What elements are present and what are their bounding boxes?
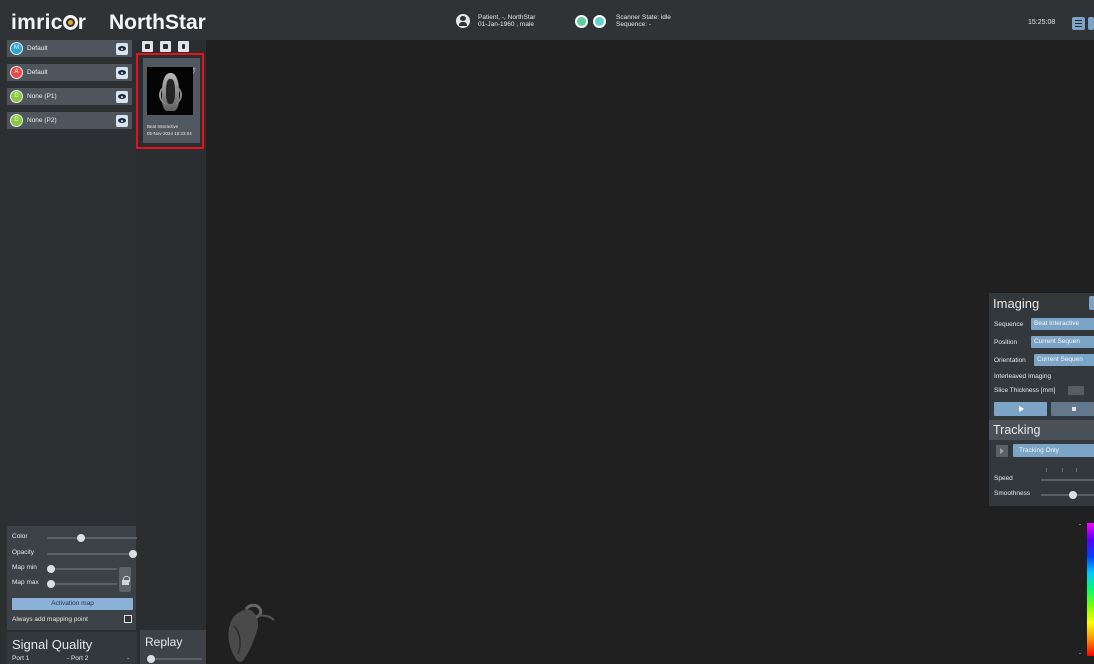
map-min-track[interactable]: [47, 568, 117, 570]
colorbar-min-label: -: [1079, 651, 1081, 657]
clock: 15:25:08: [1028, 19, 1056, 26]
replay-track[interactable]: [148, 658, 202, 660]
patient-icon[interactable]: [456, 14, 470, 28]
heart-orientation-model[interactable]: [222, 602, 284, 664]
map-min-slider[interactable]: Map min: [12, 562, 132, 574]
menu-button[interactable]: [1072, 17, 1085, 30]
logo-o-mark: [62, 15, 78, 30]
map-max-track[interactable]: [47, 583, 117, 585]
orientation-select[interactable]: Current Sequen: [1034, 354, 1094, 366]
layer-badge: M: [10, 42, 23, 55]
sequence-status-icon: [593, 15, 606, 28]
color-track[interactable]: [47, 537, 137, 539]
layers-icon[interactable]: [142, 41, 153, 52]
speed-tick: [1046, 468, 1047, 472]
always-add-checkbox[interactable]: [124, 615, 132, 623]
imricor-logo: imric r: [11, 11, 87, 34]
port-2-value: -: [127, 655, 130, 662]
patient-name: Patient, -, NorthStar: [478, 14, 536, 21]
tracking-panel: Tracking Only Speed Smoothness: [989, 440, 1094, 506]
port-1-label: Port 1: [12, 655, 30, 662]
scanner-sequence: Sequence: -: [616, 21, 652, 28]
lock-icon[interactable]: [119, 567, 131, 592]
eye-icon[interactable]: [116, 115, 128, 127]
display-controls: Color Opacity Map min Map max: [7, 526, 137, 630]
speed-tick: [1062, 468, 1063, 472]
layer-badge: D: [10, 114, 23, 127]
tracking-title: Tracking: [993, 423, 1041, 437]
speed-track[interactable]: [1041, 479, 1094, 481]
sequence-label: Sequence: [994, 321, 1024, 328]
smoothness-track[interactable]: [1041, 494, 1094, 496]
layer-row-p1[interactable]: D None (P1): [7, 88, 132, 105]
product-name: NorthStar: [109, 11, 206, 34]
layer-label: Default: [27, 69, 48, 76]
replay-knob[interactable]: [147, 655, 155, 663]
selected-series-highlight: [136, 53, 204, 149]
scanner-status-icon: [575, 15, 588, 28]
colorbar-max-label: -: [1079, 522, 1081, 528]
always-add-label: Always add mapping point: [12, 616, 88, 623]
scanner-state: Scanner State: idle: [616, 14, 671, 21]
scanner-info: Scanner State: idle Sequence: -: [616, 14, 671, 28]
eye-icon[interactable]: [116, 67, 128, 79]
delete-icon[interactable]: [178, 41, 189, 52]
port-2-label: - Port 2: [67, 655, 89, 662]
tracking-mode-select[interactable]: Tracking Only: [1013, 444, 1094, 457]
signal-quality-panel: Signal Quality Port 1 - Port 2 -: [7, 632, 137, 664]
model-icon[interactable]: [160, 41, 171, 52]
speed-label: Speed: [994, 475, 1013, 482]
opacity-slider[interactable]: Opacity: [12, 547, 137, 559]
map-min-knob[interactable]: [47, 565, 55, 573]
map-max-knob[interactable]: [47, 580, 55, 588]
layer-badge: A: [10, 66, 23, 79]
imaging-collapse-button[interactable]: [1089, 296, 1094, 310]
smoothness-label: Smoothness: [994, 490, 1031, 497]
layer-row-p2[interactable]: D None (P2): [7, 112, 132, 129]
layer-label: None (P1): [27, 93, 57, 100]
replay-title: Replay: [145, 635, 183, 649]
orientation-label: Orientation: [994, 357, 1026, 364]
layer-label: Default: [27, 45, 48, 52]
northstar-app: imric r NorthStar Patient, -, NorthStar 0…: [0, 0, 1094, 664]
position-select[interactable]: Current Sequen: [1031, 336, 1094, 348]
opacity-track[interactable]: [47, 553, 137, 555]
activation-colorbar: [1087, 523, 1094, 656]
interleaved-imaging-label: Interleaved Imaging: [994, 373, 1052, 380]
map-max-slider[interactable]: Map max: [12, 577, 132, 589]
layer-row-m[interactable]: M Default: [7, 40, 132, 57]
layer-label: None (P2): [27, 117, 57, 124]
activation-map-button[interactable]: Activation map: [12, 598, 133, 610]
layer-badge: D: [10, 90, 23, 103]
smoothness-knob[interactable]: [1068, 491, 1077, 499]
opacity-knob[interactable]: [129, 550, 137, 558]
eye-icon[interactable]: [116, 91, 128, 103]
color-slider[interactable]: Color: [12, 531, 137, 543]
tracking-play-button[interactable]: [996, 445, 1008, 457]
slice-thickness-label: Slice Thickness [mm]: [994, 387, 1056, 394]
imaging-title: Imaging: [993, 296, 1040, 311]
speed-tick: [1076, 468, 1077, 472]
sequence-select[interactable]: Beat Interactive: [1031, 318, 1094, 330]
menu-icon: [1075, 20, 1082, 27]
eye-icon[interactable]: [116, 43, 128, 55]
menu-button-2[interactable]: [1088, 17, 1094, 30]
layer-row-a[interactable]: A Default: [7, 64, 132, 81]
color-knob[interactable]: [76, 534, 85, 542]
slice-thickness-input[interactable]: [1068, 386, 1084, 395]
stop-button[interactable]: [1051, 402, 1094, 416]
patient-dob-sex: 01-Jan-1960 , male: [478, 21, 535, 28]
replay-panel: Replay: [140, 630, 206, 664]
play-button[interactable]: [994, 402, 1047, 416]
tracking-header[interactable]: Tracking: [989, 420, 1094, 440]
patient-info[interactable]: Patient, -, NorthStar 01-Jan-1960 , male: [478, 14, 535, 28]
signal-quality-title: Signal Quality: [12, 637, 93, 652]
position-label: Position: [994, 339, 1018, 346]
top-bar: imric r NorthStar Patient, -, NorthStar 0…: [0, 0, 1094, 40]
